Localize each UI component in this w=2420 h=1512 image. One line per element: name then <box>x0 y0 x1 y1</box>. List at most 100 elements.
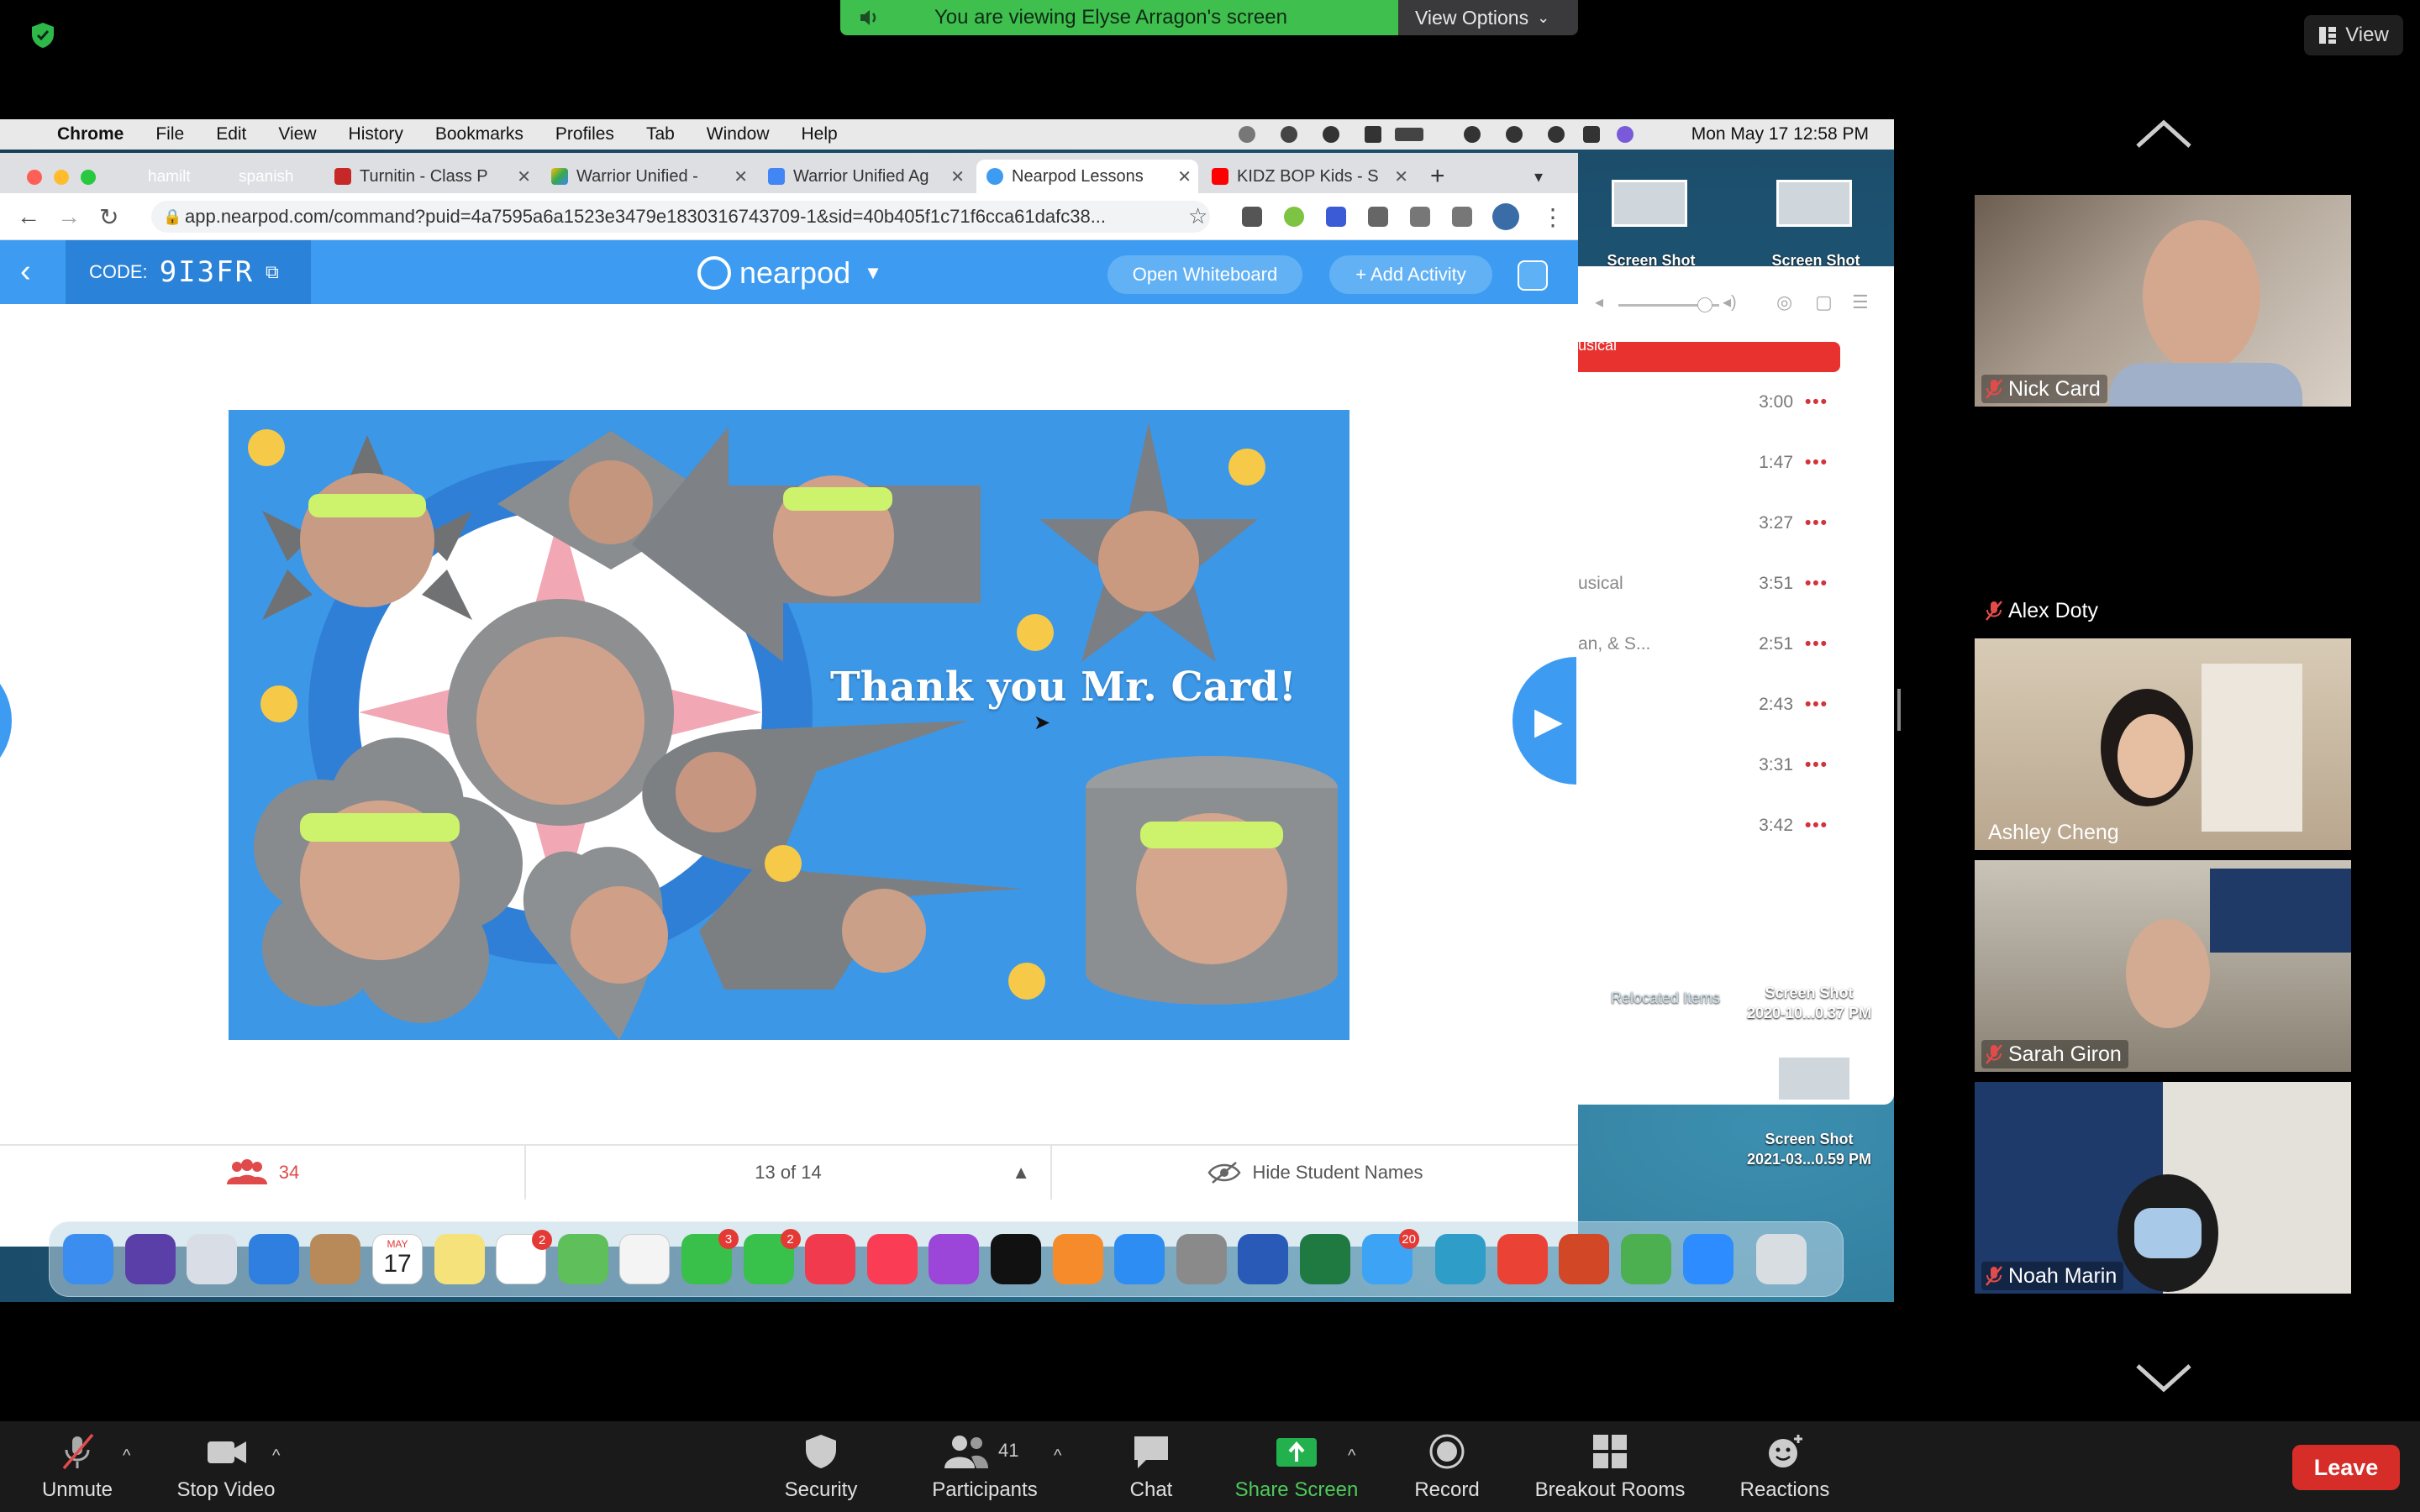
status-shield-icon[interactable] <box>1239 126 1255 143</box>
song-row[interactable]: an, & S... 2:51 ••• <box>1578 634 1894 668</box>
relocated-items-label[interactable]: Relocated Items <box>1581 990 1749 1007</box>
status-v-icon[interactable] <box>1365 126 1381 143</box>
excel-icon[interactable] <box>1300 1234 1350 1284</box>
menu-item[interactable]: Tab <box>646 124 675 144</box>
participants-button[interactable]: 41 Participants <box>921 1421 1049 1512</box>
menu-item[interactable]: Edit <box>216 124 246 144</box>
audio-options-caret-icon[interactable]: ^ <box>123 1446 130 1466</box>
close-tab-icon[interactable]: ✕ <box>517 166 531 187</box>
song-row[interactable]: usical 3:51 ••• <box>1578 574 1894 607</box>
queue-icon[interactable]: ☰ <box>1852 291 1869 313</box>
cast-icon[interactable] <box>1410 207 1430 227</box>
previous-slide-button[interactable]: ◀ <box>0 657 40 785</box>
hide-student-names-button[interactable]: Hide Student Names <box>1052 1146 1578 1200</box>
session-icon[interactable] <box>1518 260 1548 291</box>
encryption-shield-icon[interactable] <box>30 22 55 49</box>
participant-tile[interactable]: Alex Doty <box>1975 417 2351 628</box>
battery-icon[interactable] <box>1395 128 1423 141</box>
song-more-button[interactable]: ••• <box>1805 816 1828 836</box>
external-link-icon[interactable]: ⧉ <box>266 261 279 283</box>
back-arrow-icon[interactable]: ← <box>17 203 40 230</box>
chat-button[interactable]: Chat <box>1109 1421 1193 1512</box>
spotlight-icon[interactable] <box>1548 126 1565 143</box>
view-options-button[interactable]: View Options ⌄ <box>1398 0 1578 35</box>
current-song-row[interactable]: usical <box>1578 337 1840 372</box>
next-slide-button[interactable]: ▶ <box>1512 657 1576 785</box>
menu-item[interactable]: File <box>155 124 184 144</box>
volume-knob[interactable] <box>1697 297 1712 312</box>
song-row[interactable]: 2:43 ••• <box>1578 695 1894 728</box>
status-play-icon[interactable] <box>1323 126 1339 143</box>
word-icon[interactable] <box>1238 1234 1289 1284</box>
app-store-icon[interactable] <box>1114 1234 1165 1284</box>
record-button[interactable]: Record <box>1403 1421 1491 1512</box>
close-window-button[interactable] <box>27 170 42 185</box>
facetime-icon[interactable]: 2 <box>743 1229 801 1284</box>
song-row[interactable]: 3:42 ••• <box>1578 816 1894 849</box>
close-tab-icon[interactable]: ✕ <box>1177 166 1192 187</box>
song-row[interactable]: 3:31 ••• <box>1578 755 1894 789</box>
reactions-button[interactable]: Reactions <box>1729 1421 1840 1512</box>
students-count-button[interactable]: 34 <box>0 1146 524 1200</box>
bookmark-star-icon[interactable]: ☆ <box>1188 203 1207 229</box>
siri-icon[interactable] <box>1617 126 1634 143</box>
podcasts-icon[interactable] <box>929 1234 980 1284</box>
contacts-icon[interactable] <box>310 1234 361 1284</box>
screen-recorder-icon[interactable] <box>1435 1234 1486 1284</box>
mail-icon[interactable]: 20 <box>1361 1229 1419 1284</box>
participants-caret-icon[interactable]: ^ <box>1054 1446 1061 1466</box>
song-more-button[interactable]: ••• <box>1805 453 1828 473</box>
control-center-icon[interactable] <box>1583 126 1600 143</box>
tab-youtube[interactable]: KIDZ BOP Kids - S ✕ <box>1202 160 1415 193</box>
screenshot-file-label[interactable]: Screen Shot <box>1729 984 1889 1002</box>
notes-icon[interactable] <box>434 1234 485 1284</box>
song-more-button[interactable]: ••• <box>1805 513 1828 533</box>
lyrics-icon[interactable]: ▢ <box>1815 291 1833 313</box>
safari-icon[interactable] <box>248 1234 299 1284</box>
menu-item[interactable]: Help <box>802 124 838 144</box>
tab-group-spanish[interactable]: spanish <box>229 165 304 190</box>
participant-tile[interactable]: Sarah Giron <box>1975 860 2351 1072</box>
forward-arrow-icon[interactable]: → <box>57 203 81 230</box>
song-more-button[interactable]: ••• <box>1805 574 1828 594</box>
minimize-window-button[interactable] <box>54 170 69 185</box>
song-more-button[interactable]: ••• <box>1805 695 1828 715</box>
launchpad-icon[interactable] <box>187 1234 238 1284</box>
participant-tile[interactable]: Nick Card <box>1975 195 2351 407</box>
splitter-handle[interactable] <box>1897 689 1901 731</box>
song-row[interactable]: 3:00 ••• <box>1578 392 1894 426</box>
tab-nearpod[interactable]: Nearpod Lessons ✕ <box>976 160 1198 193</box>
leave-button[interactable]: Leave <box>2292 1445 2400 1490</box>
trash-icon[interactable] <box>1756 1234 1807 1284</box>
books-icon[interactable] <box>1052 1234 1103 1284</box>
siri-icon[interactable] <box>124 1234 176 1284</box>
new-tab-button[interactable]: + <box>1430 160 1464 193</box>
song-more-button[interactable]: ••• <box>1805 755 1828 775</box>
song-more-button[interactable]: ••• <box>1805 634 1828 654</box>
tab-drive[interactable]: Warrior Unified - ✕ <box>541 160 755 193</box>
tab-group-hamilt[interactable]: hamilt <box>138 165 201 190</box>
breakout-rooms-button[interactable]: Breakout Rooms <box>1528 1421 1692 1512</box>
participant-tile[interactable]: Noah Marin <box>1975 1082 2351 1294</box>
menu-item[interactable]: Bookmarks <box>435 124 523 144</box>
chrome-icon[interactable] <box>1497 1234 1548 1284</box>
news-icon[interactable] <box>805 1234 856 1284</box>
open-whiteboard-button[interactable]: Open Whiteboard <box>1107 255 1302 294</box>
system-preferences-icon[interactable] <box>1176 1234 1227 1284</box>
volume-controls[interactable]: ◂ ◂) ◎ ▢ ☰ <box>1595 291 1881 320</box>
tab-search-icon[interactable]: ▾ <box>1534 160 1565 193</box>
close-tab-icon[interactable]: ✕ <box>950 166 965 187</box>
back-chevron-icon[interactable]: ‹ <box>20 254 31 290</box>
tab-docs[interactable]: Warrior Unified Ag ✕ <box>758 160 971 193</box>
tab-turnitin[interactable]: Turnitin - Class P ✕ <box>324 160 538 193</box>
music-icon[interactable] <box>866 1234 918 1284</box>
triangle-up-icon[interactable]: ▲ <box>1012 1162 1030 1184</box>
messages-icon[interactable]: 3 <box>681 1229 739 1284</box>
menu-item[interactable]: Window <box>707 124 770 144</box>
reminders-icon[interactable]: 2 <box>496 1230 553 1284</box>
vectorworks-icon[interactable] <box>1621 1234 1671 1284</box>
security-button[interactable]: Security <box>771 1421 871 1512</box>
calendar-icon[interactable]: MAY 17 <box>372 1234 423 1284</box>
finder-icon[interactable] <box>63 1234 113 1284</box>
screenshot-file-label[interactable]: Screen Shot <box>1729 1131 1889 1148</box>
